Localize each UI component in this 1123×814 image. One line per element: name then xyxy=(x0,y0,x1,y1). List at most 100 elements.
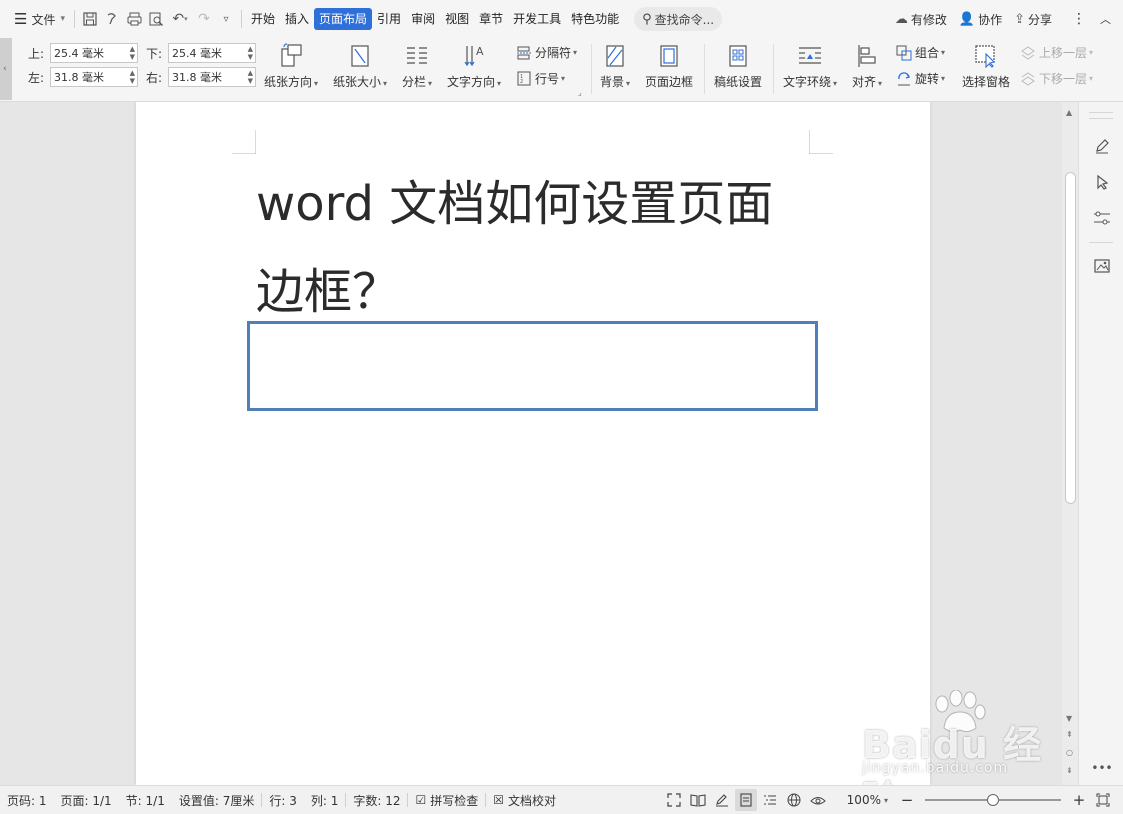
tab-developer[interactable]: 开发工具 xyxy=(508,8,566,30)
page-view-icon[interactable] xyxy=(734,789,757,811)
columns-button[interactable]: 分栏 ▾ xyxy=(402,42,432,90)
bottom-margin-input[interactable]: 25.4 毫米 ▲ ▼ xyxy=(168,43,256,63)
tab-view[interactable]: 视图 xyxy=(440,8,474,30)
browse-object-icon[interactable]: ○ xyxy=(1066,748,1073,757)
user-add-icon: 👤 xyxy=(958,11,976,27)
background-button[interactable]: 背景 ▾ xyxy=(600,42,630,90)
web-view-icon[interactable] xyxy=(783,789,805,811)
spinner-icon[interactable]: ▲ ▼ xyxy=(130,69,135,85)
collaborate-button[interactable]: 👤 协作 xyxy=(959,11,1002,28)
line-numbers-button[interactable]: 12 行号 ▾ xyxy=(516,70,565,87)
collaborate-label: 协作 xyxy=(978,12,1003,27)
ribbon-scroll-left[interactable]: ‹ xyxy=(0,38,12,100)
right-side-panel: ••• xyxy=(1078,102,1123,785)
text-wrap-button[interactable]: 文字环绕 ▾ xyxy=(783,42,837,90)
format-painter-icon[interactable] xyxy=(101,7,123,31)
view-controls: 100% ▾ − + xyxy=(662,789,1123,811)
rotate-button[interactable]: 旋转 ▾ xyxy=(896,70,945,87)
print-icon[interactable] xyxy=(123,7,145,31)
modified-button[interactable]: ☁ 有修改 xyxy=(895,11,947,28)
tab-home[interactable]: 开始 xyxy=(246,8,280,30)
writing-mode-icon[interactable] xyxy=(711,789,733,811)
undo-icon[interactable]: ↶ ▾ xyxy=(167,7,193,31)
tab-references[interactable]: 引用 xyxy=(372,8,406,30)
send-backward-label: 下移一层 xyxy=(1039,72,1088,86)
selection-pane-button[interactable]: 选择窗格 xyxy=(962,42,1010,90)
right-margin-input[interactable]: 31.8 毫米 ▲ ▼ xyxy=(168,67,256,87)
tab-chapter[interactable]: 章节 xyxy=(474,8,508,30)
divider xyxy=(1089,118,1113,119)
quick-access-more-icon[interactable]: ▿ xyxy=(215,7,237,31)
status-section[interactable]: 节: 1/1 xyxy=(119,792,172,809)
more-options-icon[interactable]: ••• xyxy=(1091,758,1112,778)
tab-page-layout[interactable]: 页面布局 xyxy=(314,8,373,30)
redo-icon[interactable]: ↷ xyxy=(193,7,215,31)
text-direction-button[interactable]: A 文字方向 ▾ xyxy=(447,42,501,90)
divider xyxy=(704,44,705,94)
fit-page-icon[interactable] xyxy=(1092,789,1114,811)
spell-check-button[interactable]: ☑ 拼写检查 xyxy=(408,792,485,809)
bring-forward-button[interactable]: 上移一层 ▾ xyxy=(1020,44,1093,61)
orientation-button[interactable]: 纸张方向 ▾ xyxy=(264,42,318,90)
breaks-button[interactable]: 分隔符 ▾ xyxy=(516,44,577,61)
spinner-icon[interactable]: ▲ ▼ xyxy=(248,69,253,85)
left-margin-input[interactable]: 31.8 毫米 ▲ ▼ xyxy=(50,67,138,87)
document-workspace: word 文档如何设置页面 边框？ xyxy=(0,102,1078,785)
document-title-line[interactable]: word 文档如何设置页面 xyxy=(256,160,826,248)
scrollbar-thumb[interactable] xyxy=(1065,172,1076,504)
page-setup-launcher-icon[interactable]: ⌟ xyxy=(578,88,582,97)
zoom-level-dropdown[interactable]: 100% ▾ xyxy=(840,793,895,807)
manuscript-settings-label: 稿纸设置 xyxy=(714,75,763,89)
command-search[interactable]: ⚲ 查找命令... xyxy=(634,7,723,31)
status-word-count[interactable]: 字数: 12 xyxy=(346,792,407,809)
print-preview-icon[interactable] xyxy=(145,7,167,31)
group-button[interactable]: 组合 ▾ xyxy=(896,44,945,61)
spinner-icon[interactable]: ▲ ▼ xyxy=(248,45,253,61)
tab-review[interactable]: 审阅 xyxy=(406,8,440,30)
scroll-down-icon[interactable]: ▼ xyxy=(1066,714,1072,723)
paper-size-button[interactable]: 纸张大小 ▾ xyxy=(333,42,387,90)
reading-mode-icon[interactable] xyxy=(687,789,709,811)
page-border-frame[interactable] xyxy=(247,321,818,411)
eye-protection-icon[interactable] xyxy=(807,789,829,811)
spell-check-label: 拼写检查 xyxy=(430,793,479,808)
status-page-code[interactable]: 页码: 1 xyxy=(0,792,54,809)
manuscript-settings-button[interactable]: 稿纸设置 xyxy=(714,42,762,90)
status-setting-value[interactable]: 设置值: 7厘米 xyxy=(172,792,262,809)
image-panel-icon[interactable] xyxy=(1092,256,1112,276)
file-menu[interactable]: ☰ 文件 ▾ xyxy=(0,7,70,31)
fullscreen-icon[interactable] xyxy=(663,789,685,811)
zoom-out-icon[interactable]: − xyxy=(896,789,918,811)
zoom-in-icon[interactable]: + xyxy=(1068,789,1090,811)
selection-pane-label: 选择窗格 xyxy=(962,75,1011,89)
tab-insert[interactable]: 插入 xyxy=(280,8,314,30)
previous-page-icon[interactable]: ⇞ xyxy=(1066,730,1073,739)
document-page[interactable]: word 文档如何设置页面 边框？ xyxy=(136,102,930,785)
doc-proof-button[interactable]: ☒ 文档校对 xyxy=(486,792,563,809)
more-options-icon[interactable]: ⋮ xyxy=(1072,11,1086,27)
status-pages[interactable]: 页面: 1/1 xyxy=(54,792,119,809)
page-border-button[interactable]: 页面边框 xyxy=(645,42,693,90)
spinner-icon[interactable]: ▲ ▼ xyxy=(130,45,135,61)
collapse-ribbon-icon[interactable]: ︿ xyxy=(1100,11,1111,27)
send-backward-button[interactable]: 下移一层 ▾ xyxy=(1020,70,1093,87)
outline-view-icon[interactable] xyxy=(759,789,781,811)
top-margin-input[interactable]: 25.4 毫米 ▲ ▼ xyxy=(50,43,138,63)
save-icon[interactable] xyxy=(79,7,101,31)
vertical-scrollbar[interactable]: ▲ ▼ ⇞ ○ ⇟ xyxy=(1062,102,1078,785)
share-button[interactable]: ⇪ 分享 xyxy=(1014,11,1052,28)
margin-corner-mark xyxy=(809,130,833,154)
zoom-slider[interactable] xyxy=(925,792,1061,808)
edit-pen-icon[interactable] xyxy=(1092,136,1112,156)
tab-special-features[interactable]: 特色功能 xyxy=(566,8,624,30)
zoom-slider-knob[interactable] xyxy=(987,794,999,806)
cloud-sync-icon: ☁ xyxy=(894,11,908,27)
align-button[interactable]: 对齐 ▾ xyxy=(852,42,882,90)
next-page-icon[interactable]: ⇟ xyxy=(1066,766,1073,775)
scroll-up-icon[interactable]: ▲ xyxy=(1066,108,1072,117)
document-body-text[interactable]: word 文档如何设置页面 边框？ xyxy=(256,160,826,336)
paper-size-label: 纸张大小 xyxy=(333,75,382,89)
cursor-select-icon[interactable] xyxy=(1092,172,1112,192)
right-margin-label: 右: xyxy=(146,70,163,85)
adjust-settings-icon[interactable] xyxy=(1092,208,1112,228)
